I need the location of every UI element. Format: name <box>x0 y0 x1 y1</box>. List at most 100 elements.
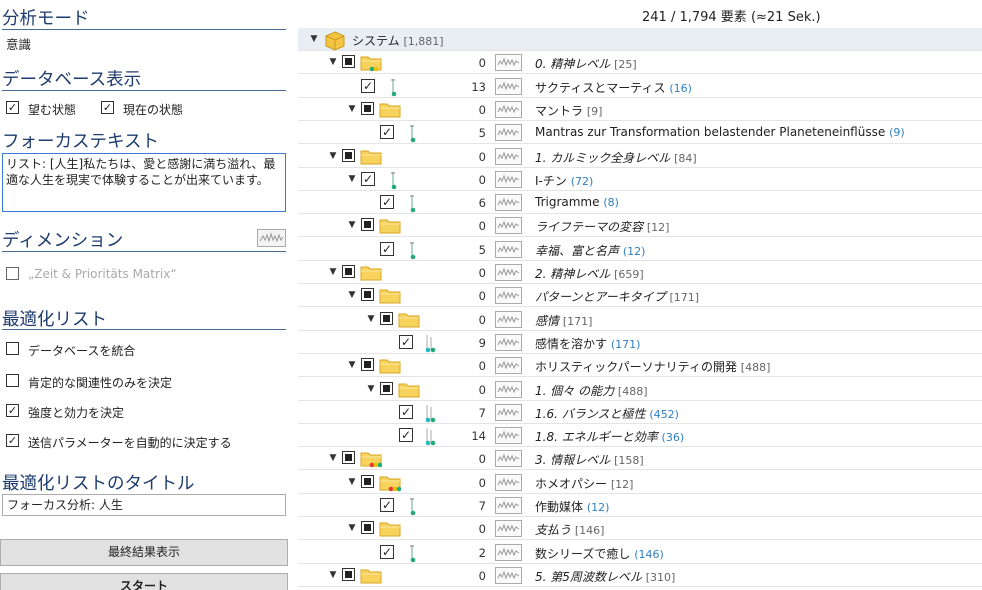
chevron-down-icon[interactable]: ▼ <box>327 452 339 464</box>
tree-row[interactable]: ▼ 0 マントラ [9] <box>298 98 982 121</box>
tree-row[interactable]: ▼ 0 感情 [171] <box>298 308 982 331</box>
sparkline-icon[interactable] <box>495 54 522 72</box>
tree-row[interactable]: ✓ 7 作動媒体 (12) <box>298 494 982 517</box>
sparkline-icon[interactable] <box>495 403 522 421</box>
tristate-checkbox[interactable] <box>361 288 374 302</box>
tree-row[interactable]: ▼ 0 1. 個々 の能力 [488] <box>298 378 982 401</box>
zeit-matrix-checkbox[interactable] <box>6 267 19 280</box>
sparkline-icon[interactable] <box>495 264 522 281</box>
positive-only-checkbox[interactable] <box>6 374 19 387</box>
row-checkbox[interactable]: ✓ <box>361 171 375 186</box>
chevron-down-icon[interactable]: ▼ <box>327 56 339 68</box>
sparkline-icon[interactable] <box>495 520 522 538</box>
tree-row[interactable]: ▼ 0 パターンとアーキタイプ [171] <box>298 284 982 308</box>
row-checkbox[interactable]: ✓ <box>399 334 413 349</box>
chevron-down-icon[interactable]: ▼ <box>346 173 358 185</box>
tree-row[interactable]: ✓ 9 感情を溶かす (171) <box>298 331 982 354</box>
tree-row[interactable]: ▼ 0 5. 第5周波数レベル [310] <box>298 564 982 587</box>
sparkline-icon[interactable] <box>495 543 522 561</box>
tree-row[interactable]: ✓ 6 Trigramme (8) <box>298 191 982 215</box>
tree-root-row[interactable]: ▼ システム [1,881] <box>298 28 982 51</box>
start-button[interactable]: スタート <box>0 573 288 590</box>
sparkline-icon[interactable] <box>495 100 522 118</box>
row-checkbox[interactable]: ✓ <box>380 544 394 559</box>
tree-row[interactable]: ▼ 0 ホメオパシー [12] <box>298 471 982 494</box>
sparkline-icon[interactable] <box>495 380 522 398</box>
sparkline-icon[interactable] <box>257 229 286 247</box>
chevron-down-icon[interactable]: ▼ <box>346 476 358 488</box>
sparkline-icon[interactable] <box>495 566 522 584</box>
tristate-checkbox[interactable] <box>361 358 374 372</box>
sparkline-icon[interactable] <box>495 333 522 351</box>
chevron-down-icon[interactable]: ▼ <box>365 383 377 395</box>
sparkline-icon[interactable] <box>495 473 522 491</box>
tree-row[interactable]: ▼ 0 3. 情報レベル [158] <box>298 447 982 471</box>
merge-database-checkbox[interactable] <box>6 342 19 355</box>
tree-row[interactable]: ▼ ✓ 0 I-チン (72) <box>298 168 982 191</box>
chevron-down-icon[interactable]: ▼ <box>327 266 339 278</box>
tree-row[interactable]: ✓ 5 Mantras zur Transformation belastender… <box>298 121 982 145</box>
chevron-down-icon[interactable]: ▼ <box>327 150 339 162</box>
sparkline-icon[interactable] <box>495 124 522 142</box>
chevron-down-icon[interactable]: ▼ <box>346 289 358 301</box>
intensity-checkbox[interactable]: ✓ <box>6 404 19 417</box>
tree-row[interactable]: ▼ 0 2. 精神レベル [659] <box>298 261 982 284</box>
auto-params-checkbox[interactable]: ✓ <box>6 434 19 447</box>
tristate-checkbox[interactable] <box>342 567 355 581</box>
current-state-checkbox[interactable]: ✓ <box>101 101 114 114</box>
tree-row[interactable]: ▼ 0 支払う [146] <box>298 517 982 541</box>
chevron-down-icon[interactable]: ▼ <box>365 313 377 325</box>
list-title-input[interactable]: フォーカス分析: 人生 <box>2 494 286 516</box>
tristate-checkbox[interactable] <box>342 265 355 278</box>
tristate-checkbox[interactable] <box>342 55 355 69</box>
tree-row[interactable]: ▼ 0 1. カルミック全身レベル [84] <box>298 145 982 168</box>
tristate-checkbox[interactable] <box>361 521 374 535</box>
final-results-button[interactable]: 最終結果表示 <box>0 539 288 566</box>
tristate-checkbox[interactable] <box>380 311 393 325</box>
chevron-down-icon[interactable]: ▼ <box>346 219 358 231</box>
sparkline-icon[interactable] <box>495 357 522 375</box>
sparkline-icon[interactable] <box>495 147 522 165</box>
tree-row[interactable]: ▼ 0 0. 精神レベル [25] <box>298 51 982 75</box>
tree-row[interactable]: ▼ 0 ホリスティックパーソナリティの開発 [488] <box>298 354 982 378</box>
sparkline-icon[interactable] <box>495 450 522 468</box>
analysis-mode-value[interactable]: 意識 <box>6 34 31 53</box>
focus-text-area[interactable]: リスト: [人生]私たちは、愛と感謝に満ち溢れ、最適な人生を現実で体験することが… <box>2 153 286 212</box>
tristate-checkbox[interactable] <box>380 381 393 395</box>
tree-row[interactable]: ✓ 7 1.6. バランスと極性 (452) <box>298 401 982 424</box>
sparkline-icon[interactable] <box>495 287 522 305</box>
tristate-checkbox[interactable] <box>361 101 374 115</box>
tristate-checkbox[interactable] <box>361 474 374 488</box>
row-checkbox[interactable]: ✓ <box>361 78 375 93</box>
sparkline-icon[interactable] <box>495 497 522 514</box>
sparkline-icon[interactable] <box>495 427 522 445</box>
tree-row[interactable]: ▼ 0 ライフテーマの変容 [12] <box>298 214 982 238</box>
chevron-down-icon[interactable]: ▼ <box>346 359 358 371</box>
chevron-down-icon[interactable]: ▼ <box>346 103 358 115</box>
row-checkbox[interactable]: ✓ <box>399 404 413 419</box>
row-checkbox[interactable]: ✓ <box>399 428 413 443</box>
row-checkbox[interactable]: ✓ <box>380 241 394 256</box>
tree-row-name: ホリスティックパーソナリティの開発 [488] <box>535 358 770 375</box>
sparkline-icon[interactable] <box>495 170 522 188</box>
tree-row[interactable]: ✓ 13 サクティスとマーティス (16) <box>298 75 982 98</box>
tristate-checkbox[interactable] <box>342 451 355 465</box>
sparkline-icon[interactable] <box>495 77 522 95</box>
tree-row[interactable]: ✓ 14 1.8. エネルギーと効率 (36) <box>298 424 982 448</box>
tree-row[interactable]: ✓ 5 幸福、富と名声 (12) <box>298 238 982 261</box>
tree-row-value: 5 <box>478 126 486 141</box>
row-checkbox[interactable]: ✓ <box>380 498 394 512</box>
sparkline-icon[interactable] <box>495 240 522 258</box>
tristate-checkbox[interactable] <box>342 148 355 162</box>
tristate-checkbox[interactable] <box>361 218 374 232</box>
desired-state-checkbox[interactable]: ✓ <box>6 101 19 114</box>
chevron-down-icon[interactable]: ▼ <box>308 33 320 45</box>
chevron-down-icon[interactable]: ▼ <box>327 569 339 581</box>
row-checkbox[interactable]: ✓ <box>380 195 394 210</box>
chevron-down-icon[interactable]: ▼ <box>346 522 358 534</box>
sparkline-icon[interactable] <box>495 217 522 235</box>
sparkline-icon[interactable] <box>495 194 522 212</box>
row-checkbox[interactable]: ✓ <box>380 125 394 140</box>
tree-row[interactable]: ✓ 2 数シリーズで癒し (146) <box>298 541 982 564</box>
sparkline-icon[interactable] <box>495 310 522 328</box>
